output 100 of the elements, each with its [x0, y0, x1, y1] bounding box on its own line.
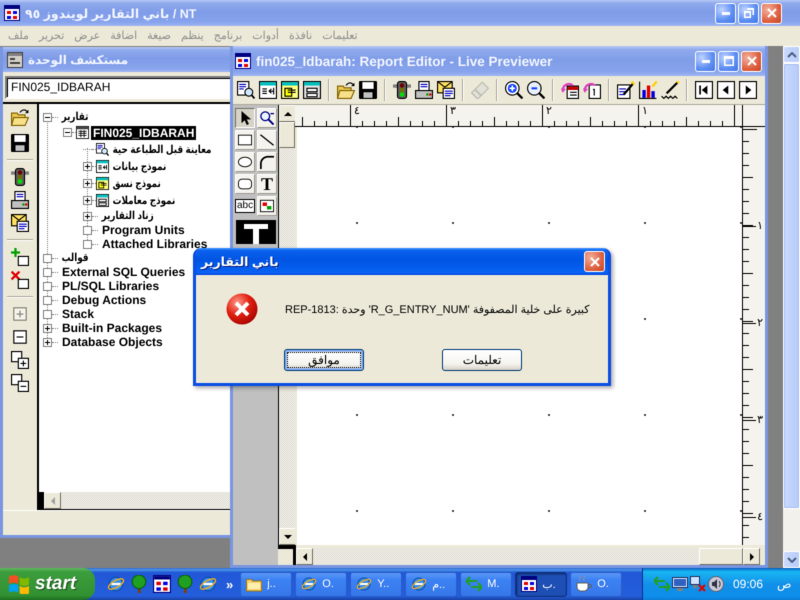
taskbar-button[interactable]: م.. [405, 572, 458, 596]
minimize-button[interactable] [695, 50, 716, 72]
browser-icon[interactable] [107, 575, 125, 593]
tree-item[interactable]: Debug Actions [60, 293, 148, 307]
tree-item[interactable]: Database Objects [60, 335, 165, 349]
rounded-rectangle-tool[interactable] [235, 174, 255, 194]
magic-wand-icon[interactable] [661, 81, 679, 99]
rectangle-tool[interactable] [235, 130, 255, 150]
minimize-button[interactable] [715, 2, 736, 24]
scrollbar-thumb[interactable] [279, 122, 295, 148]
scroll-up-button[interactable] [783, 46, 800, 63]
first-page-icon[interactable] [695, 81, 713, 99]
start-button[interactable]: start [0, 568, 95, 600]
printer-icon[interactable] [415, 81, 433, 99]
scroll-right-button[interactable] [743, 548, 760, 565]
taskbar-button[interactable]: j.. [240, 572, 292, 596]
tree-item[interactable]: زناد التقارير [100, 209, 156, 223]
tree-item[interactable]: نموذج نسق [111, 176, 162, 190]
horizontal-scrollbar[interactable] [296, 548, 760, 565]
taskbar-button[interactable]: O. [570, 572, 622, 596]
scrollbar-thumb[interactable] [699, 548, 743, 565]
report-app-icon[interactable] [153, 575, 171, 593]
dialog-button[interactable]: موافق [284, 349, 364, 371]
tree-item[interactable]: قوالب [60, 251, 90, 265]
tree-item[interactable]: Built-in Packages [60, 321, 164, 335]
close-button[interactable] [584, 251, 605, 272]
expand-toggle-icon[interactable] [83, 162, 92, 171]
printer-icon[interactable] [11, 191, 29, 209]
expand-toggle-icon[interactable] [83, 212, 92, 220]
ellipse-tool[interactable] [235, 152, 255, 172]
maximize-button[interactable] [718, 50, 739, 72]
zoom-in-icon[interactable] [505, 81, 523, 99]
collapse-all-icon[interactable] [11, 374, 29, 392]
layout-icon[interactable] [281, 81, 299, 99]
previous-page-icon[interactable] [717, 81, 735, 99]
delete-icon[interactable] [11, 271, 29, 289]
tree-item[interactable]: معاينة قبل الطباعة حية [111, 142, 214, 156]
taskbar-button[interactable]: M. [460, 572, 512, 596]
zoom-out-icon[interactable] [527, 81, 545, 99]
horizontal-scrollbar[interactable] [39, 492, 232, 509]
scroll-left-button[interactable] [296, 548, 313, 565]
traffic-light-icon[interactable] [393, 81, 411, 99]
folder-icon [246, 576, 262, 592]
calendar-icon[interactable] [561, 81, 579, 99]
taskbar-button[interactable]: O. [295, 572, 348, 596]
tool-tile-icon[interactable] [236, 220, 276, 244]
tree-item[interactable]: نموذج بيانات [111, 160, 168, 174]
collapse-toggle-icon[interactable] [43, 112, 52, 122]
tree-item[interactable]: Program Units [100, 223, 187, 237]
taskbar-button[interactable]: ب. [515, 572, 568, 596]
tree-item[interactable]: Stack [60, 307, 96, 321]
image-tool[interactable] [257, 196, 277, 216]
tree-item[interactable]: نموذج معاملات [111, 194, 177, 208]
next-page-icon[interactable] [739, 81, 757, 99]
text-tool[interactable]: T [257, 174, 277, 194]
data-model-icon[interactable] [259, 81, 277, 99]
monitor-icon[interactable] [672, 576, 688, 592]
edit-icon[interactable] [617, 81, 635, 99]
network-disconnected-icon[interactable] [690, 576, 706, 592]
overflow-chevron[interactable]: » [226, 576, 234, 592]
traffic-light-icon[interactable] [11, 168, 29, 186]
magnify-tool[interactable] [257, 108, 277, 128]
add-icon[interactable] [11, 248, 29, 266]
field-tool[interactable]: abc [235, 199, 255, 213]
tree-item[interactable]: تقارير [60, 110, 90, 124]
taskbar-button[interactable]: Y.. [350, 572, 402, 596]
scroll-up-button[interactable] [279, 105, 296, 122]
speaker-icon[interactable] [708, 576, 724, 592]
arc-tool[interactable] [257, 152, 277, 172]
browser-icon[interactable] [199, 575, 217, 593]
preview-icon[interactable] [237, 81, 255, 99]
tree-item[interactable]: PL/SQL Libraries [60, 279, 162, 293]
page-number-icon[interactable] [583, 81, 601, 99]
find-field[interactable]: FIN025_IDBARAH [5, 76, 232, 99]
close-button[interactable] [741, 50, 762, 72]
open-folder-icon[interactable] [337, 81, 355, 99]
form-icon[interactable] [303, 81, 321, 99]
select-tool[interactable] [235, 108, 255, 128]
minus-box-icon[interactable] [11, 328, 29, 346]
expand-toggle-icon[interactable] [83, 179, 92, 188]
expand-toggle-icon[interactable] [83, 196, 92, 205]
expand-toggle-icon[interactable] [43, 324, 52, 332]
bar-chart-icon[interactable] [639, 81, 657, 99]
scroll-down-button[interactable] [783, 551, 800, 568]
dialog-button[interactable]: تعليمات [442, 349, 522, 371]
collapse-toggle-icon[interactable] [63, 128, 72, 137]
restore-button[interactable] [738, 2, 759, 24]
expand-all-icon[interactable] [11, 351, 29, 369]
save-icon[interactable] [359, 81, 377, 99]
line-tool[interactable] [257, 130, 277, 150]
open-folder-icon[interactable] [11, 108, 29, 126]
scroll-down-button[interactable] [279, 528, 296, 545]
close-button[interactable] [761, 2, 782, 24]
tree-item[interactable]: Attached Libraries [100, 237, 210, 251]
tree-item[interactable]: FIN025_IDBARAH [91, 126, 196, 140]
save-icon[interactable] [11, 134, 29, 152]
envelope-icon[interactable] [11, 214, 29, 232]
tree-item[interactable]: External SQL Queries [60, 265, 188, 279]
envelope-icon[interactable] [437, 81, 455, 99]
expand-toggle-icon[interactable] [43, 338, 52, 346]
